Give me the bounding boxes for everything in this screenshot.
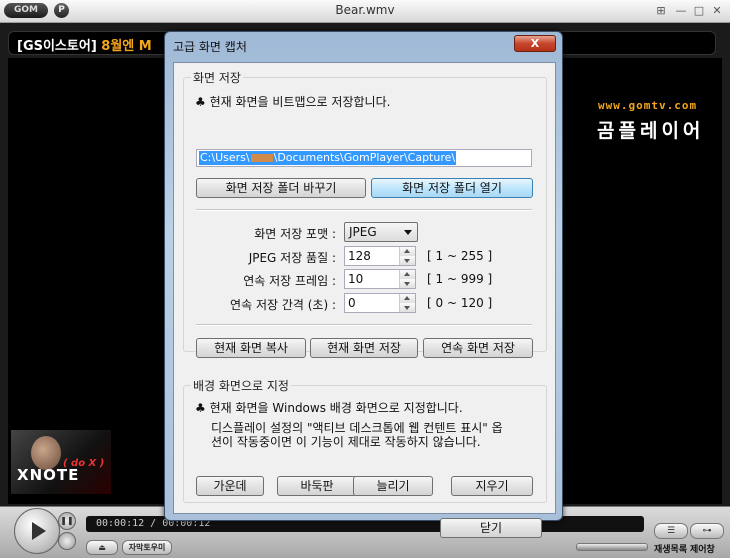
player-titlebar[interactable]: GOM P Bear.wmv ⊞ — □ ✕ bbox=[0, 0, 730, 23]
ad-ticker-text: [GS이스토어] 8월엔 M bbox=[17, 39, 152, 54]
format-value: JPEG bbox=[349, 225, 377, 239]
format-select[interactable]: JPEG bbox=[344, 222, 418, 242]
wallpaper-note-line2: 션이 작동중이면 이 기능이 제대로 작동하지 않습니다. bbox=[211, 435, 481, 449]
playlist-button[interactable]: ☰ bbox=[654, 523, 688, 539]
ad-thumbnail[interactable]: ( do X ) XNOTE bbox=[11, 430, 111, 494]
wallpaper-tile-button[interactable]: 바둑판 bbox=[277, 476, 357, 496]
change-save-folder-button[interactable]: 화면 저장 폴더 바꾸기 bbox=[196, 178, 366, 198]
stop-button[interactable] bbox=[58, 532, 76, 550]
volume-slider[interactable] bbox=[576, 543, 648, 551]
frames-value: 10 bbox=[348, 272, 364, 286]
maximize-icon[interactable]: □ bbox=[692, 4, 706, 17]
save-path-field[interactable]: C:\Users\ \Documents\GomPlayer\Capture\ bbox=[196, 149, 532, 167]
play-button[interactable] bbox=[14, 508, 60, 554]
pin-icon[interactable]: ⊞ bbox=[654, 4, 668, 17]
dialog-title: 고급 화면 캡처 bbox=[173, 40, 247, 54]
frames-range: [ 1 ~ 999 ] bbox=[427, 272, 493, 286]
eject-button[interactable]: ⏏ bbox=[86, 540, 118, 555]
quality-label: JPEG 저장 품질 : bbox=[248, 251, 336, 265]
wallpaper-stretch-button[interactable]: 늘리기 bbox=[353, 476, 433, 496]
wallpaper-center-button[interactable]: 가운데 bbox=[196, 476, 264, 496]
open-save-folder-button[interactable]: 화면 저장 폴더 열기 bbox=[371, 178, 533, 198]
copy-screen-button[interactable]: 현재 화면 복사 bbox=[196, 338, 306, 358]
separator bbox=[196, 209, 532, 211]
quality-spinner[interactable]: 128 bbox=[344, 246, 416, 266]
frames-spinner[interactable]: 10 bbox=[344, 269, 416, 289]
close-icon[interactable]: ✕ bbox=[710, 4, 724, 17]
wallpaper-clear-button[interactable]: 지우기 bbox=[451, 476, 533, 496]
save-description: ♣ 현재 화면을 비트맵으로 저장합니다. bbox=[195, 95, 391, 109]
dialog-client: 화면 저장 ♣ 현재 화면을 비트맵으로 저장합니다. C:\Users\ \Do… bbox=[173, 62, 556, 538]
minimize-icon[interactable]: — bbox=[674, 4, 688, 17]
save-path-text: C:\Users\ \Documents\GomPlayer\Capture\ bbox=[199, 151, 457, 165]
interval-label: 연속 저장 간격 (초) : bbox=[230, 298, 336, 312]
redacted-username bbox=[250, 154, 273, 162]
subtitle-button[interactable]: 자막토우미 bbox=[122, 540, 172, 555]
chevron-down-icon bbox=[404, 230, 412, 235]
wallpaper-group-title: 배경 화면으로 지정 bbox=[191, 377, 291, 394]
advanced-capture-dialog: 고급 화면 캡처 X 화면 저장 ♣ 현재 화면을 비트맵으로 저장합니다. C… bbox=[164, 31, 563, 538]
quality-range: [ 1 ~ 255 ] bbox=[427, 249, 493, 263]
save-screen-button[interactable]: 현재 화면 저장 bbox=[310, 338, 418, 358]
interval-spinner[interactable]: 0 bbox=[344, 293, 416, 313]
dialog-close-button[interactable]: X bbox=[514, 35, 556, 52]
control-panel-button[interactable]: ⊶ bbox=[690, 523, 724, 539]
spin-down-icon[interactable] bbox=[400, 256, 415, 265]
spin-down-icon[interactable] bbox=[400, 279, 415, 288]
frames-label: 연속 저장 프레임 : bbox=[243, 274, 336, 288]
gomtv-url[interactable]: www.gomtv.com bbox=[598, 99, 697, 112]
close-button[interactable]: 닫기 bbox=[440, 518, 542, 538]
interval-value: 0 bbox=[348, 296, 356, 310]
wallpaper-description: ♣ 현재 화면을 Windows 배경 화면으로 지정합니다. bbox=[195, 401, 463, 415]
ad-xnote-logo: XNOTE bbox=[17, 466, 80, 484]
quality-value: 128 bbox=[348, 249, 371, 263]
format-label: 화면 저장 포맷 : bbox=[254, 227, 336, 241]
gom-player-brand: 곰플레이어 bbox=[597, 120, 705, 142]
spin-down-icon[interactable] bbox=[400, 303, 415, 312]
burst-save-button[interactable]: 연속 화면 저장 bbox=[423, 338, 533, 358]
save-group-title: 화면 저장 bbox=[191, 69, 243, 86]
player-window-title: Bear.wmv bbox=[335, 3, 395, 17]
pause-button[interactable]: ❚❚ bbox=[58, 512, 76, 530]
control-panel-label: 제어창 bbox=[690, 545, 715, 555]
ad-person-image bbox=[31, 436, 61, 470]
playlist-label: 재생목록 bbox=[654, 545, 688, 555]
interval-range: [ 0 ~ 120 ] bbox=[427, 296, 493, 310]
separator bbox=[196, 324, 532, 326]
